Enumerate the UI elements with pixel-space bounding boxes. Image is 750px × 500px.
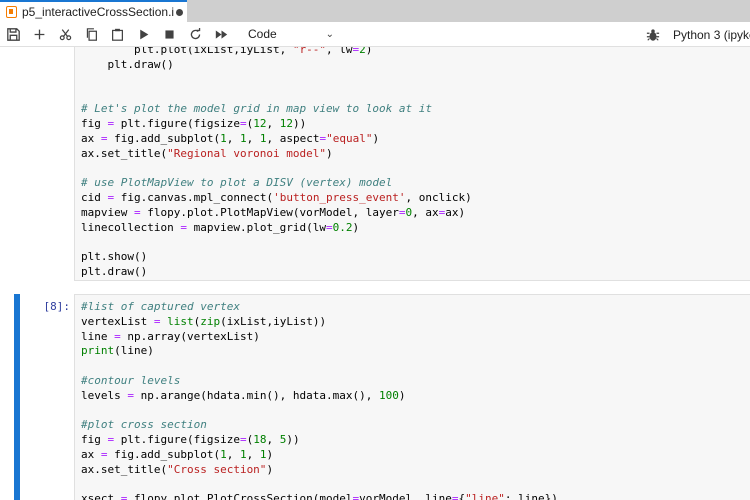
code-line[interactable]: # use PlotMapView to plot a DISV (vertex… bbox=[81, 176, 750, 191]
save-icon[interactable] bbox=[0, 22, 26, 47]
code-line[interactable]: # Let's plot the model grid in map view … bbox=[81, 102, 750, 117]
code-line[interactable]: plt.plot(ixList,iyList, "r--", lw=2) bbox=[81, 47, 750, 58]
code-line[interactable]: vertexList = list(zip(ixList,iyList)) bbox=[81, 315, 750, 330]
unsaved-indicator-icon[interactable] bbox=[176, 8, 183, 16]
notebook-tab[interactable]: p5_interactiveCrossSection.ip bbox=[0, 0, 187, 22]
fast-forward-icon[interactable] bbox=[208, 22, 234, 47]
code-line[interactable]: plt.draw() bbox=[81, 265, 750, 280]
code-line[interactable]: #plot cross section bbox=[81, 418, 750, 433]
copy-icon[interactable] bbox=[78, 22, 104, 47]
code-line[interactable]: ​ bbox=[81, 235, 750, 250]
kernel-status[interactable]: Python 3 (ipyke bbox=[646, 22, 750, 47]
code-line[interactable]: mapview = flopy.plot.PlotMapView(vorMode… bbox=[81, 206, 750, 221]
paste-icon[interactable] bbox=[104, 22, 130, 47]
code-cell[interactable]: plt.plot(ixList,iyList, "r--", lw=2) plt… bbox=[0, 47, 750, 281]
code-line[interactable]: ​ bbox=[81, 87, 750, 102]
notebook-icon bbox=[6, 6, 17, 18]
run-icon[interactable] bbox=[130, 22, 156, 47]
tab-title: p5_interactiveCrossSection.ip bbox=[22, 5, 174, 19]
code-cell-active[interactable]: [8]: #list of captured vertex vertexList … bbox=[0, 294, 750, 500]
cell-collapser[interactable] bbox=[14, 294, 20, 500]
code-line[interactable]: xsect = flopy.plot.PlotCrossSection(mode… bbox=[81, 492, 750, 500]
code-line[interactable]: #list of captured vertex bbox=[81, 300, 750, 315]
cell-type-dropdown[interactable]: Code ⌄ bbox=[248, 27, 334, 41]
code-line[interactable]: fig = plt.figure(figsize=(18, 5)) bbox=[81, 433, 750, 448]
cell-editor[interactable]: plt.plot(ixList,iyList, "r--", lw=2) plt… bbox=[74, 47, 750, 281]
stop-icon[interactable] bbox=[156, 22, 182, 47]
add-icon[interactable] bbox=[26, 22, 52, 47]
code-line[interactable]: ​ bbox=[81, 478, 750, 493]
code-line[interactable]: ​ bbox=[81, 359, 750, 374]
kernel-name: Python 3 (ipyke bbox=[673, 27, 750, 42]
cell-code[interactable]: plt.plot(ixList,iyList, "r--", lw=2) plt… bbox=[75, 47, 750, 280]
code-line[interactable]: plt.show() bbox=[81, 250, 750, 265]
code-line[interactable]: ax.set_title("Cross section") bbox=[81, 463, 750, 478]
cell-prompt: [8]: bbox=[43, 300, 71, 313]
cell-editor[interactable]: #list of captured vertex vertexList = lis… bbox=[74, 294, 750, 500]
cut-icon[interactable] bbox=[52, 22, 78, 47]
code-line[interactable]: cid = fig.canvas.mpl_connect('button_pre… bbox=[81, 191, 750, 206]
restart-icon[interactable] bbox=[182, 22, 208, 47]
notebook-panel[interactable]: plt.plot(ixList,iyList, "r--", lw=2) plt… bbox=[0, 47, 750, 500]
code-line[interactable]: ​ bbox=[81, 73, 750, 88]
code-line[interactable]: ax = fig.add_subplot(1, 1, 1) bbox=[81, 448, 750, 463]
code-line[interactable]: fig = plt.figure(figsize=(12, 12)) bbox=[81, 117, 750, 132]
code-line[interactable]: ​ bbox=[81, 404, 750, 419]
code-line[interactable]: print(line) bbox=[81, 344, 750, 359]
code-line[interactable]: line = np.array(vertexList) bbox=[81, 330, 750, 345]
code-line[interactable]: plt.draw() bbox=[81, 58, 750, 73]
chevron-down-icon: ⌄ bbox=[325, 28, 334, 40]
code-line[interactable]: ax.set_title("Regional voronoi model") bbox=[81, 147, 750, 162]
notebook-toolbar: Code ⌄ Python 3 (ipyke bbox=[0, 22, 750, 47]
code-line[interactable]: linecollection = mapview.plot_grid(lw=0.… bbox=[81, 221, 750, 236]
bug-icon[interactable] bbox=[646, 28, 660, 42]
code-line[interactable]: #contour levels bbox=[81, 374, 750, 389]
cell-type-label: Code bbox=[248, 27, 277, 41]
code-line[interactable]: ​ bbox=[81, 161, 750, 176]
cell-code[interactable]: #list of captured vertex vertexList = lis… bbox=[75, 300, 750, 500]
code-line[interactable]: levels = np.arange(hdata.min(), hdata.ma… bbox=[81, 389, 750, 404]
code-line[interactable]: ax = fig.add_subplot(1, 1, 1, aspect="eq… bbox=[81, 132, 750, 147]
tab-bar: p5_interactiveCrossSection.ip bbox=[0, 0, 750, 22]
